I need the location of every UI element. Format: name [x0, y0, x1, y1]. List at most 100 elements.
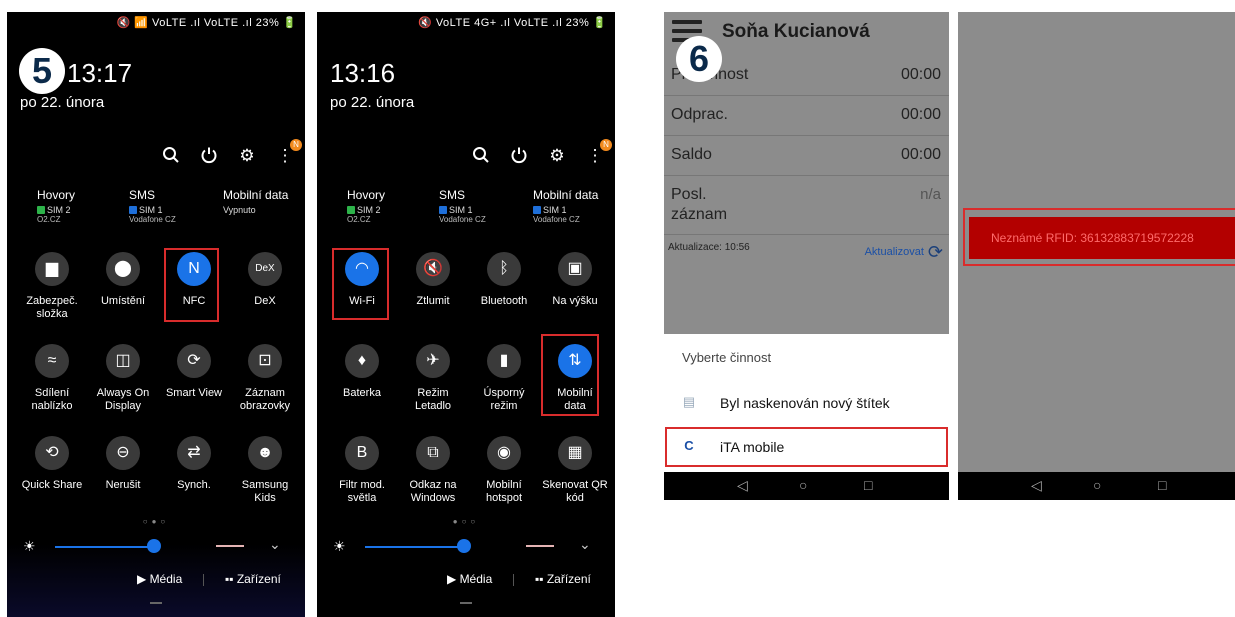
tile-secure-folder[interactable]: ▆ Zabezpeč. složka [15, 252, 89, 321]
tile-smart-view[interactable]: ⟳ Smart View [157, 344, 231, 400]
kids-icon: ☻ [248, 436, 282, 470]
media-button[interactable]: ▶ Média [137, 572, 182, 586]
search-icon[interactable] [161, 146, 181, 166]
tile-flashlight[interactable]: ♦ Baterka [325, 344, 399, 400]
devices-label: Zařízení [236, 572, 281, 586]
stat-row: Odprac. 00:00 [664, 96, 949, 136]
chevron-down-icon[interactable]: ⌄ [579, 536, 591, 553]
drag-handle[interactable] [150, 602, 162, 604]
brightness-slider[interactable]: ☀ ⌄ [23, 536, 293, 554]
tile-label: DeX [254, 295, 276, 307]
stat-value: 00:00 [900, 146, 941, 163]
more-icon[interactable]: ⋮ N [585, 139, 612, 166]
tile-portrait[interactable]: ▣ Na výšku [538, 252, 612, 308]
search-icon[interactable] [471, 146, 491, 166]
tile-nearby-share[interactable]: ≈ Sdílení nablízko [15, 344, 89, 413]
brightness-knob[interactable] [147, 539, 161, 553]
tile-power-saving[interactable]: ▮ Úsporný režim [467, 344, 541, 413]
tile-always-on-display[interactable]: ◫ Always On Display [86, 344, 160, 413]
sim-calls-sim: SIM 2 [47, 205, 71, 215]
sim-row: Hovory SIM 2 O2.CZ SMS SIM 1 Vodafone CZ… [317, 188, 615, 228]
folder-lock-icon: ▆ [35, 252, 69, 286]
page-indicator: ●○○ [452, 517, 480, 526]
chevron-down-icon[interactable]: ⌄ [269, 536, 281, 553]
sim-data-sim: SIM 1 [543, 205, 567, 215]
tile-label: Filtr mod. světla [339, 479, 385, 504]
home-icon[interactable]: ○ [799, 477, 807, 493]
tile-quick-share[interactable]: ⟲ Quick Share [15, 436, 89, 492]
sim-row: Hovory SIM 2 O2.CZ SMS SIM 1 Vodafone CZ… [7, 188, 305, 228]
sim-data-status: Vypnuto [223, 205, 256, 215]
drag-handle[interactable] [460, 602, 472, 604]
sim-calls-title: Hovory [37, 188, 76, 202]
tile-mute[interactable]: 🔇 Ztlumit [396, 252, 470, 308]
sim-calls[interactable]: Hovory SIM 2 O2.CZ [347, 188, 385, 224]
recents-icon[interactable]: □ [1158, 477, 1166, 493]
blue-light-icon: B [345, 436, 379, 470]
tile-qr-scan[interactable]: ▦ Skenovat QR kód [538, 436, 612, 505]
brightness-knob[interactable] [457, 539, 471, 553]
brightness-slider[interactable]: ☀ ⌄ [333, 536, 603, 554]
tile-dnd[interactable]: ⊖ Nerušit [86, 436, 160, 492]
sim-data-title: Mobilní data [223, 188, 289, 202]
stat-label: Odprac. [671, 106, 728, 123]
brightness-tail [526, 545, 554, 547]
power-icon[interactable] [509, 146, 529, 166]
tile-screen-record[interactable]: ⊡ Záznam obrazovky [228, 344, 302, 413]
step-badge: 6 [676, 36, 722, 82]
sim-calls-carrier: O2.CZ [347, 215, 371, 224]
devices-button[interactable]: ▪▪ Zařízení [535, 572, 591, 586]
tile-label: Odkaz na Windows [409, 479, 457, 504]
stat-row: Saldo 00:00 [664, 136, 949, 176]
sim-data-title: Mobilní data [533, 188, 599, 202]
sim-calls[interactable]: Hovory SIM 2 O2.CZ [37, 188, 75, 224]
sim-data[interactable]: Mobilní data Vypnuto [223, 188, 288, 215]
tile-blue-light-filter[interactable]: B Filtr mod. světla [325, 436, 399, 505]
rfid-error-message: Neznámé RFID: 36132883719572228 [969, 217, 1235, 259]
quick-settings-panel-2: 🔇 VoLTE 4G+ .ıl VoLTE .ıl 23% 🔋 13:16 po… [317, 12, 615, 617]
tile-bluetooth[interactable]: ᛒ Bluetooth [467, 252, 541, 308]
back-icon[interactable]: ◁ [737, 477, 748, 494]
nfc-highlight-box [164, 248, 219, 322]
refresh-button[interactable]: Aktualizovat ⟳ [865, 242, 943, 263]
chooser-option-new-tag[interactable]: ▤ Byl naskenován nový štítek [664, 384, 949, 422]
tile-label: Úsporný režim [483, 387, 525, 412]
stat-label: Saldo [671, 146, 712, 163]
home-icon[interactable]: ○ [1093, 477, 1101, 493]
tile-location[interactable]: ⬤ Umístění [86, 252, 160, 308]
power-icon[interactable] [199, 146, 219, 166]
clock-screen-icon: ◫ [106, 344, 140, 378]
airplane-icon: ✈ [416, 344, 450, 378]
tag-icon: ▤ [682, 394, 696, 409]
tile-link-windows[interactable]: ⧉ Odkaz na Windows [396, 436, 470, 505]
refresh-icon: ⟳ [927, 242, 943, 262]
nav-bar: ◁ ○ □ [958, 472, 1235, 500]
sim-sms[interactable]: SMS SIM 1 Vodafone CZ [439, 188, 486, 224]
media-button[interactable]: ▶ Média [447, 572, 492, 586]
sim-sms[interactable]: SMS SIM 1 Vodafone CZ [129, 188, 176, 224]
gear-icon[interactable]: ⚙ [547, 146, 567, 166]
tile-label: Quick Share [21, 479, 83, 491]
page-indicator: ○●○ [142, 517, 170, 526]
tile-label: Smart View [165, 387, 223, 399]
recents-icon[interactable]: □ [864, 477, 872, 493]
devices-button[interactable]: ▪▪ Zařízení [225, 572, 281, 586]
tile-sync[interactable]: ⇄ Synch. [157, 436, 231, 492]
hotspot-icon: ◉ [487, 436, 521, 470]
more-icon[interactable]: ⋮ N [275, 139, 302, 166]
sim-sms-carrier: Vodafone CZ [439, 215, 486, 224]
tile-dex[interactable]: DeX DeX [228, 252, 302, 308]
mute-icon: 🔇 [416, 252, 450, 286]
back-icon[interactable]: ◁ [1031, 477, 1042, 494]
tile-hotspot[interactable]: ◉ Mobilní hotspot [467, 436, 541, 505]
sim-data[interactable]: Mobilní data SIM 1 Vodafone CZ [533, 188, 598, 224]
stat-label: Posl. záznam [671, 186, 728, 223]
tile-samsung-kids[interactable]: ☻ Samsung Kids [228, 436, 302, 505]
media-label: Média [459, 572, 493, 586]
tile-label: Na výšku [552, 295, 598, 307]
tile-label: Umístění [100, 295, 145, 307]
gear-icon[interactable]: ⚙ [237, 146, 257, 166]
tile-airplane[interactable]: ✈ Režim Letadlo [396, 344, 470, 413]
devices-label: Zařízení [546, 572, 591, 586]
nearby-share-icon: ≈ [35, 344, 69, 378]
